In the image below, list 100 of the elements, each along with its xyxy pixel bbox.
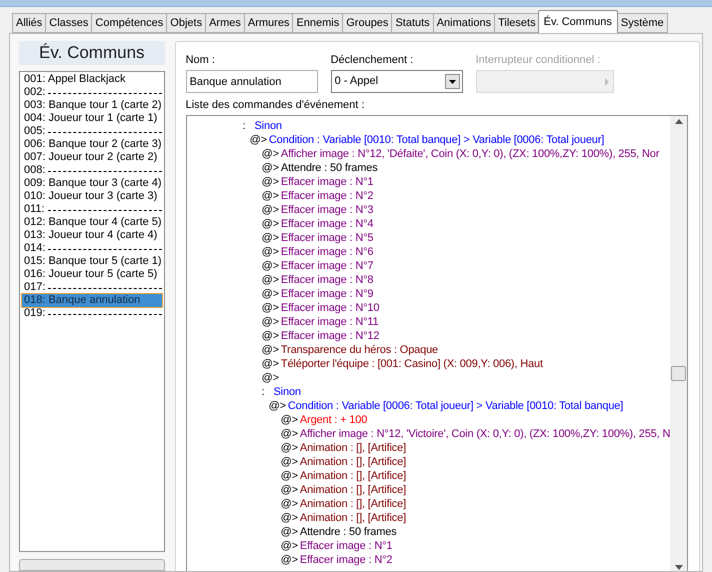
tab[interactable]: Tilesets [494, 13, 540, 33]
command-text[interactable]: Sinon [274, 386, 301, 398]
event-item[interactable]: 018: Banque annulation [22, 294, 162, 307]
event-item[interactable]: 010: Joueur tour 3 (carte 3) [22, 190, 162, 203]
command-text[interactable]: Argent : + 100 [300, 414, 368, 426]
event-item[interactable]: 001: Appel Blackjack [22, 72, 162, 86]
command-text[interactable]: Effacer image : N°9 [280, 288, 374, 300]
event-item[interactable]: 017: [22, 280, 162, 294]
tab[interactable]: Objets [166, 13, 206, 33]
command-marker: @> [280, 540, 298, 552]
command-text[interactable]: Transparence du héros : Opaque [280, 344, 438, 356]
tab[interactable]: Groupes [342, 13, 392, 33]
command-text[interactable]: Animation : [], [Artifice] [300, 470, 406, 482]
command-text[interactable]: Effacer image : N°7 [280, 260, 374, 272]
tab[interactable]: Armes [205, 13, 245, 33]
tab[interactable]: Compétences [91, 13, 168, 33]
command-text[interactable]: Effacer image : N°6 [280, 246, 374, 258]
command-marker: @> [262, 330, 279, 342]
tab[interactable]: Animations [432, 13, 496, 33]
event-item[interactable]: 013: Joueur tour 4 (carte 4) [22, 228, 162, 242]
command-text[interactable]: Effacer image : N°8 [280, 274, 374, 286]
event-item[interactable]: 004: Joueur tour 1 (carte 1) [22, 112, 162, 125]
command-text[interactable]: Effacer image : N°5 [280, 232, 374, 244]
scroll-up-icon [674, 119, 683, 124]
command-text[interactable]: Animation : [], [Artifice] [300, 498, 406, 510]
branch-marker: : [242, 120, 246, 132]
event-item[interactable]: 006: Banque tour 2 (carte 3) [22, 138, 162, 151]
tab[interactable]: Alliés [12, 13, 46, 33]
caret-icon [444, 74, 460, 89]
event-item[interactable]: 002: [22, 86, 162, 99]
command-marker: @> [280, 456, 298, 468]
event-item[interactable]: 011: [22, 202, 162, 216]
event-item[interactable]: 012: Banque tour 4 (carte 5) [22, 216, 162, 229]
field-label: Déclenchement : [330, 54, 414, 67]
command-marker: @> [280, 470, 298, 482]
field-label: Interrupteur conditionnel : [476, 54, 602, 67]
command-marker: @> [262, 162, 279, 174]
event-item[interactable]: 015: Banque tour 5 (carte 1) [22, 254, 162, 268]
branch-marker: : [262, 386, 264, 398]
command-marker: @> [262, 176, 279, 188]
command-text[interactable]: Attendre : 50 frames [280, 162, 378, 174]
command-text[interactable]: Condition : Variable [0006: Total joueur] > Variable [0010: Total banque] [288, 400, 624, 412]
command-marker[interactable]: @> [262, 372, 279, 384]
command-marker: @> [262, 288, 279, 300]
tab[interactable]: Classes [45, 13, 92, 33]
trigger-dropdown[interactable]: 0 - Appel [330, 70, 463, 93]
command-text[interactable]: Téléporter l'équipe : [001: Casino] (X: 009,Y: 006), Haut [280, 358, 543, 370]
command-text[interactable]: Sinon [254, 120, 282, 132]
command-text[interactable]: Effacer image : N°2 [300, 554, 392, 566]
command-text[interactable]: Animation : [], [Artifice] [300, 442, 406, 454]
field-label: Nom : [186, 54, 216, 67]
command-marker: @> [280, 498, 298, 510]
command-text[interactable]: Effacer image : N°3 [280, 204, 374, 216]
event-item[interactable]: 008: [22, 164, 162, 177]
command-marker: @> [250, 134, 267, 146]
command-marker: @> [280, 414, 298, 426]
command-text[interactable]: Afficher image : N°12, 'Défaite', Coin (X: 0,Y: 0), (ZX: 100%,ZY: 100%), 255, Nor [280, 148, 660, 160]
command-text[interactable]: Attendre : 50 frames [300, 526, 397, 538]
event-item[interactable]: 005: [22, 124, 162, 138]
tab[interactable]: Système [616, 13, 668, 33]
command-text[interactable]: Animation : [], [Artifice] [300, 512, 406, 524]
bottom-button[interactable] [19, 559, 165, 571]
field-label: Liste des commandes d'événement : [186, 99, 366, 112]
command-marker: @> [268, 400, 286, 412]
command-text[interactable]: Animation : [], [Artifice] [300, 484, 406, 496]
event-item[interactable]: 007: Joueur tour 2 (carte 2) [22, 150, 162, 164]
command-text[interactable]: Effacer image : N°4 [280, 218, 374, 230]
command-marker: @> [262, 204, 279, 216]
command-text[interactable]: Effacer image : N°10 [280, 302, 380, 314]
event-item[interactable]: 009: Banque tour 3 (carte 4) [22, 176, 162, 190]
command-marker: @> [280, 428, 298, 440]
event-item[interactable]: 019: [22, 306, 162, 320]
command-text[interactable]: Condition : Variable [0010: Total banque] > Variable [0006: Total joueur] [268, 134, 604, 146]
command-text[interactable]: Effacer image : N°1 [280, 176, 374, 188]
command-text[interactable]: Effacer image : N°1 [300, 540, 392, 552]
name-field[interactable]: Banque annulation [186, 70, 318, 93]
command-text[interactable]: Animation : [], [Artifice] [300, 456, 406, 468]
command-marker: @> [262, 358, 279, 370]
command-text[interactable]: Effacer image : N°11 [280, 316, 378, 328]
tab[interactable]: Armures [244, 13, 294, 33]
section-title: Év. Communs [19, 41, 165, 65]
command-marker: @> [280, 442, 298, 454]
command-text[interactable]: Effacer image : N°2 [280, 190, 374, 202]
command-text[interactable]: Afficher image : N°12, 'Victoire', Coin (X: 0,Y: 0), (ZX: 100%,ZY: 100%), 255, N [300, 428, 670, 440]
tab[interactable]: Ennemis [292, 13, 344, 33]
command-text[interactable]: Effacer image : N°12 [280, 330, 380, 342]
scrollbar[interactable] [670, 116, 688, 571]
command-marker: @> [262, 232, 279, 244]
command-marker: @> [262, 302, 279, 314]
event-item[interactable]: 014: [22, 242, 162, 255]
event-item[interactable]: 003: Banque tour 1 (carte 2) [22, 98, 162, 112]
command-marker: @> [262, 344, 279, 356]
tab[interactable]: Év. Communs [538, 10, 618, 33]
command-marker: @> [280, 554, 298, 566]
tab[interactable]: Statuts [391, 13, 434, 33]
command-marker: @> [262, 260, 279, 272]
command-marker: @> [280, 484, 298, 496]
scroll-thumb[interactable] [671, 366, 686, 381]
event-item[interactable]: 016: Joueur tour 5 (carte 5) [22, 268, 162, 281]
switch-picker[interactable] [476, 70, 614, 93]
